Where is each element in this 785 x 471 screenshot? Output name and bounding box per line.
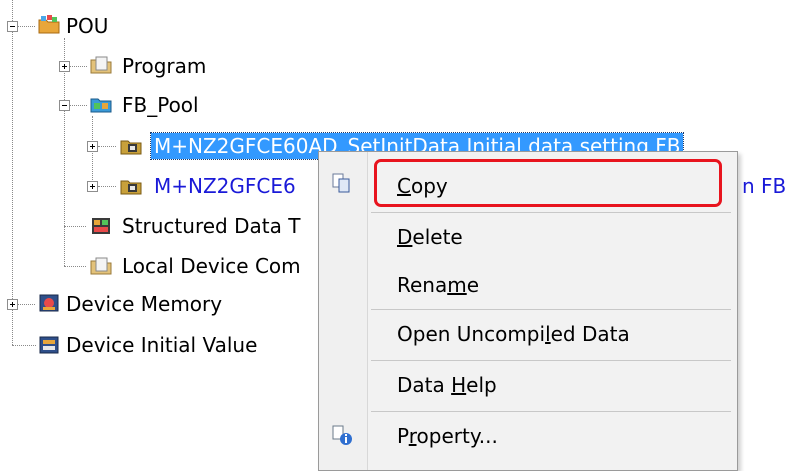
collapse-pou-toggle[interactable] bbox=[7, 21, 18, 32]
tree-line bbox=[17, 304, 35, 305]
menu-item-rename[interactable]: Rename bbox=[369, 261, 729, 309]
expand-device-memory-toggle[interactable] bbox=[7, 299, 18, 310]
copy-icon bbox=[332, 173, 350, 193]
menu-rename-label: Rename bbox=[397, 273, 480, 297]
menu-data-help-label: Data Help bbox=[397, 373, 497, 397]
menu-item-open-uncompiled[interactable]: Open Uncompiled Data bbox=[369, 310, 729, 358]
property-icon bbox=[332, 425, 352, 445]
tree-item-fb2-tail: n FB bbox=[742, 174, 785, 198]
tree-item-fb-pool[interactable]: FB_Pool bbox=[122, 92, 199, 118]
tree-line bbox=[12, 0, 13, 345]
tree-line bbox=[98, 146, 116, 147]
menu-icon-gutter bbox=[319, 152, 368, 470]
menu-delete-label: Delete bbox=[397, 225, 463, 249]
local-device-icon bbox=[90, 257, 112, 275]
pou-folder-icon bbox=[38, 15, 60, 34]
tree-line bbox=[69, 105, 87, 106]
function-block-icon bbox=[120, 140, 142, 155]
tree-line bbox=[12, 345, 36, 346]
tree-item-pou[interactable]: POU bbox=[66, 13, 108, 39]
expand-fb1-toggle[interactable] bbox=[87, 141, 98, 152]
tree-item-device-memory[interactable]: Device Memory bbox=[66, 291, 222, 317]
tree-item-structured-data[interactable]: Structured Data T bbox=[122, 213, 300, 239]
menu-property-label: Property... bbox=[397, 424, 498, 448]
structured-data-icon bbox=[92, 218, 110, 234]
device-initial-icon bbox=[39, 336, 59, 354]
tree-line bbox=[64, 226, 86, 227]
device-memory-icon bbox=[39, 294, 59, 312]
menu-item-property[interactable]: Property... bbox=[369, 412, 729, 460]
menu-open-uncompiled-label: Open Uncompiled Data bbox=[397, 322, 630, 346]
fb-pool-icon bbox=[90, 98, 112, 113]
tree-item-fb2[interactable]: M+NZ2GFCE6 bbox=[154, 173, 296, 199]
menu-copy-label: Copy bbox=[397, 174, 448, 198]
tree-item-local-device[interactable]: Local Device Com bbox=[122, 253, 301, 279]
expand-program-toggle[interactable] bbox=[59, 61, 70, 72]
tree-item-device-initial-value[interactable]: Device Initial Value bbox=[66, 332, 257, 358]
expand-fb2-toggle[interactable] bbox=[87, 181, 98, 192]
menu-item-copy[interactable]: Copy bbox=[369, 162, 729, 210]
context-menu: Copy Delete Rename Open Uncompiled Data … bbox=[318, 151, 738, 471]
function-block-icon bbox=[120, 180, 142, 195]
tree-item-program[interactable]: Program bbox=[122, 53, 206, 79]
tree-line bbox=[64, 38, 65, 266]
menu-item-data-help[interactable]: Data Help bbox=[369, 361, 729, 409]
collapse-fb-pool-toggle[interactable] bbox=[59, 100, 70, 111]
tree-line bbox=[17, 26, 35, 27]
tree-line bbox=[64, 266, 86, 267]
program-folder-icon bbox=[90, 56, 112, 74]
menu-item-delete[interactable]: Delete bbox=[369, 213, 729, 261]
tree-line bbox=[98, 186, 116, 187]
tree-line bbox=[69, 66, 87, 67]
